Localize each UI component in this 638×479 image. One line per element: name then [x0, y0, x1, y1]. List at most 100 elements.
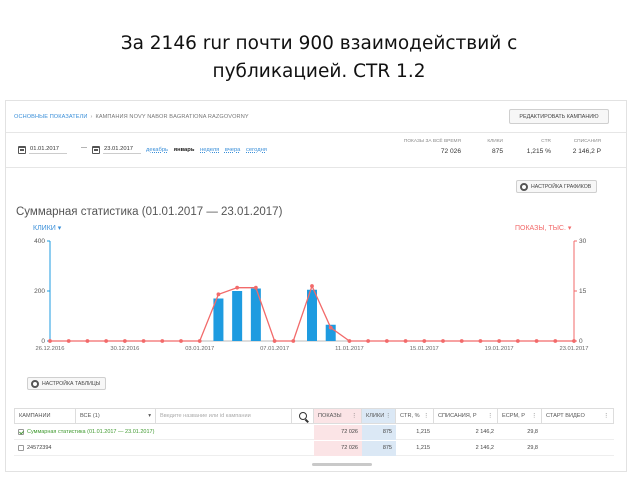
sort-handle-icon: ⋮	[385, 413, 391, 419]
point-impressions	[478, 339, 483, 343]
point-impressions	[122, 339, 127, 343]
point-impressions	[310, 284, 314, 288]
sort-handle-icon: ⋮	[423, 413, 429, 419]
date-from-picker[interactable]: 01.01.2017	[18, 144, 68, 156]
column-header-ctr[interactable]: CTR, % ⋮	[396, 408, 434, 424]
date-from-field[interactable]: 01.01.2017	[29, 146, 68, 154]
row-ecpm: 29,8	[527, 445, 538, 451]
sort-handle-icon: ⋮	[603, 413, 609, 419]
point-impressions	[235, 285, 240, 290]
period-december[interactable]: декабрь	[146, 147, 168, 153]
summary-metrics: ПОКАЗЫ ЗА ВСЁ ВРЕМЯ 72 026 КЛИКИ 875 CTR…	[391, 139, 601, 155]
row-video-start	[542, 425, 614, 440]
table-row[interactable]: Суммарная статистика (01.01.2017 — 23.01…	[14, 424, 614, 440]
row-impressions: 72 026	[314, 424, 362, 440]
point-impressions	[459, 339, 464, 343]
point-impressions	[422, 339, 427, 343]
breadcrumb-current-campaign: КАМПАНИЯ NOVY NABOR BAGRATIONA RAZGOVORN…	[95, 114, 249, 120]
row-checkbox[interactable]	[18, 429, 24, 435]
slide-title-line-2: публикацией. CTR 1.2	[212, 61, 426, 82]
x-axis-tick-label: 23.01.2017	[559, 346, 588, 352]
column-header-video-start[interactable]: СТАРТ ВИДЕО ⋮	[542, 408, 614, 424]
bar-clicks	[213, 298, 224, 341]
x-axis-tick-label: 03.01.2017	[185, 346, 214, 352]
point-impressions	[441, 339, 445, 343]
sort-handle-icon: ⋮	[351, 413, 357, 419]
point-impressions	[497, 339, 502, 343]
divider	[6, 167, 626, 168]
horizontal-scrollbar[interactable]	[312, 463, 372, 466]
campaigns-label: КАМПАНИИ	[14, 408, 76, 424]
calendar-icon	[18, 146, 26, 154]
metric-spend: СПИСАНИЯ 2 146,2 Р	[572, 139, 601, 155]
calendar-icon	[92, 146, 100, 154]
stats-chart: 0 200 400 0 15 30 26.12.2016 30.12.2016 03.01.20…	[34, 238, 588, 352]
row-name[interactable]: 24572394	[27, 445, 51, 451]
period-week[interactable]: неделя	[200, 147, 219, 153]
screenshot-frame: ОСНОВНЫЕ ПОКАЗАТЕЛИ › КАМПАНИЯ NOVY NABOR …	[5, 100, 627, 472]
row-checkbox[interactable]	[18, 445, 24, 451]
left-axis-tick-label: 0	[41, 338, 45, 345]
left-axis-tick-label: 400	[34, 238, 45, 245]
period-yesterday[interactable]: вчера	[225, 147, 241, 153]
column-header-ecpm[interactable]: ECPM, Р ⋮	[498, 408, 542, 424]
point-impressions	[515, 339, 520, 343]
point-impressions	[216, 292, 221, 297]
right-axis-tick-label: 30	[579, 238, 587, 245]
divider	[6, 132, 626, 133]
bar-clicks	[232, 291, 243, 341]
point-impressions	[403, 339, 408, 343]
metric-ctr: CTR 1,215 %	[526, 139, 551, 155]
table-settings-button[interactable]: НАСТРОЙКА ТАБЛИЦЫ	[27, 377, 107, 390]
campaign-search-input[interactable]: Введите название или id кампании	[156, 408, 292, 424]
point-impressions	[160, 339, 165, 343]
sort-handle-icon: ⋮	[531, 413, 537, 419]
column-header-clicks[interactable]: КЛИКИ ⋮	[362, 408, 396, 424]
date-range-dash: —	[81, 145, 87, 151]
campaigns-select-value: ВСЕ (1)	[80, 413, 100, 419]
gear-icon	[520, 182, 528, 191]
point-impressions	[572, 339, 576, 343]
date-to-field[interactable]: 23.01.2017	[103, 146, 142, 154]
x-axis-tick-label: 30.12.2016	[110, 346, 139, 352]
search-button[interactable]	[292, 408, 314, 424]
table-row[interactable]: 24572394 72 026 875 1,215 2 146,2 29,8	[14, 440, 614, 456]
row-name[interactable]: Суммарная статистика (01.01.2017 — 23.01…	[27, 429, 154, 435]
column-header-spend[interactable]: СПИСАНИЯ, Р ⋮	[434, 408, 498, 424]
period-shortcuts: декабрь январь неделя вчера сегодня	[146, 147, 271, 153]
point-impressions	[48, 339, 52, 343]
period-today[interactable]: сегодня	[246, 147, 267, 153]
table-header-row: КАМПАНИИ ВСЕ (1) ▾ Введите название или …	[14, 408, 614, 424]
point-impressions	[384, 339, 389, 343]
x-axis-tick-label: 26.12.2016	[35, 346, 64, 352]
breadcrumb-link-main-metrics[interactable]: ОСНОВНЫЕ ПОКАЗАТЕЛИ	[14, 114, 88, 120]
right-axis-tick-label: 0	[579, 338, 583, 345]
x-axis-tick-label: 19.01.2017	[485, 346, 514, 352]
point-impressions	[347, 339, 352, 343]
row-clicks: 875	[362, 424, 396, 440]
row-spend: 2 146,2	[475, 429, 494, 435]
chevron-down-icon: ▾	[148, 413, 151, 419]
point-impressions	[253, 285, 258, 290]
slide-title-line-1: За 2146 rur почти 900 взаимодействий с	[120, 33, 518, 54]
x-axis-tick-label: 15.01.2017	[410, 346, 439, 352]
point-impressions	[366, 339, 371, 343]
point-impressions	[141, 339, 146, 343]
slide-title: За 2146 rur почти 900 взаимодействий с п…	[0, 30, 638, 86]
period-january[interactable]: январь	[174, 147, 195, 153]
x-axis-tick-label: 07.01.2017	[260, 346, 289, 352]
point-impressions	[179, 339, 183, 343]
point-impressions	[534, 339, 539, 343]
column-header-impressions[interactable]: ПОКАЗЫ ⋮	[314, 408, 362, 424]
campaigns-select[interactable]: ВСЕ (1) ▾	[76, 408, 156, 424]
chart-settings-label: НАСТРОЙКА ГРАФИКОВ	[531, 183, 592, 190]
row-ecpm: 29,8	[527, 429, 538, 435]
date-to-picker[interactable]: 23.01.2017	[92, 144, 142, 156]
metric-impressions: ПОКАЗЫ ЗА ВСЁ ВРЕМЯ 72 026	[403, 139, 461, 155]
row-name-cell: Суммарная статистика (01.01.2017 — 23.01…	[14, 425, 314, 440]
point-impressions	[328, 325, 333, 330]
point-impressions	[291, 339, 296, 343]
metric-clicks: КЛИКИ 875	[487, 139, 503, 155]
edit-campaign-button[interactable]: РЕДАКТИРОВАТЬ КАМПАНИЮ	[509, 109, 609, 124]
chart-settings-button[interactable]: НАСТРОЙКА ГРАФИКОВ	[516, 180, 598, 193]
